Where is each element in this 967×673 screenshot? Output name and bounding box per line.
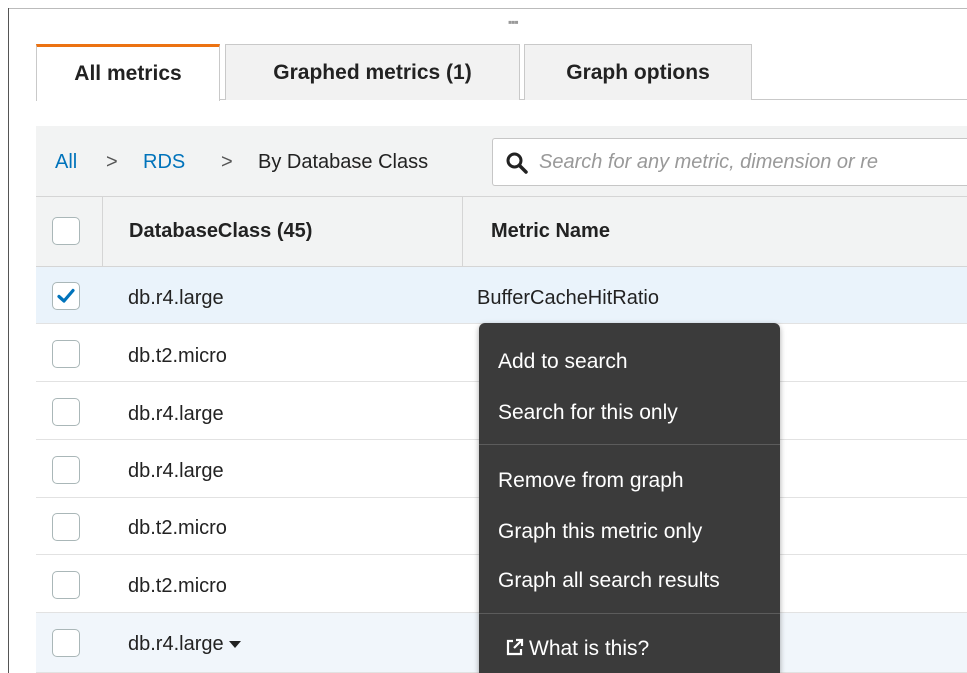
cell-database-class: db.t2.micro <box>128 345 227 367</box>
breadcrumb-separator: > <box>106 151 118 173</box>
row-checkbox[interactable] <box>52 456 80 484</box>
column-divider <box>102 197 103 266</box>
column-divider <box>462 197 463 266</box>
cell-database-class[interactable]: db.r4.large <box>128 632 241 656</box>
drag-handle-icon[interactable]: ▪▪▪ <box>508 16 519 28</box>
search-box[interactable] <box>492 138 967 186</box>
row-checkbox[interactable] <box>52 571 80 599</box>
search-icon <box>506 152 528 174</box>
menu-divider <box>479 444 780 445</box>
external-link-icon <box>506 638 524 656</box>
column-header-metric-name[interactable]: Metric Name <box>491 219 610 243</box>
row-checkbox[interactable] <box>52 340 80 368</box>
row-checkbox[interactable] <box>52 398 80 426</box>
cell-database-class: db.r4.large <box>128 460 224 482</box>
panel-top-border <box>8 8 967 9</box>
tab-label: Graph options <box>566 60 710 84</box>
cell-database-class: db.t2.micro <box>128 517 227 539</box>
tab-label: All metrics <box>74 62 182 85</box>
breadcrumb-all[interactable]: All <box>55 150 77 174</box>
tab-graphed-metrics[interactable]: Graphed metrics (1) <box>225 44 520 100</box>
context-menu: Add to search Search for this only Remov… <box>479 323 780 673</box>
row-checkbox[interactable] <box>52 629 80 657</box>
cell-database-class: db.r4.large <box>128 403 224 425</box>
column-header-database-class[interactable]: DatabaseClass (45) <box>129 219 312 243</box>
search-input[interactable] <box>539 139 967 185</box>
cell-database-class-text: db.r4.large <box>128 633 224 655</box>
panel-left-border <box>8 8 9 673</box>
caret-down-icon[interactable] <box>228 641 241 649</box>
checkmark-icon <box>57 288 75 303</box>
cell-database-class: db.r4.large <box>128 287 224 309</box>
row-checkbox[interactable] <box>52 282 80 310</box>
breadcrumb-separator: > <box>221 151 233 173</box>
menu-item-graph-this-metric-only[interactable]: Graph this metric only <box>498 519 702 545</box>
breadcrumb-current: By Database Class <box>258 151 429 173</box>
row-checkbox[interactable] <box>52 513 80 541</box>
tab-label: Graphed metrics (1) <box>273 60 472 84</box>
menu-item-what-is-this[interactable]: What is this? <box>505 636 649 662</box>
tab-all-metrics[interactable]: All metrics <box>36 44 220 101</box>
menu-divider <box>479 613 780 614</box>
menu-item-remove-from-graph[interactable]: Remove from graph <box>498 468 684 494</box>
tab-graph-options[interactable]: Graph options <box>524 44 752 100</box>
menu-item-graph-all-search-results[interactable]: Graph all search results <box>498 568 720 594</box>
select-all-checkbox[interactable] <box>52 217 80 245</box>
menu-item-label: What is this? <box>529 637 650 660</box>
breadcrumb-rds[interactable]: RDS <box>143 150 185 174</box>
menu-item-add-to-search[interactable]: Add to search <box>498 349 628 375</box>
cell-metric-name: BufferCacheHitRatio <box>477 287 659 309</box>
cell-database-class: db.t2.micro <box>128 575 227 597</box>
menu-item-search-for-this-only[interactable]: Search for this only <box>498 400 678 426</box>
